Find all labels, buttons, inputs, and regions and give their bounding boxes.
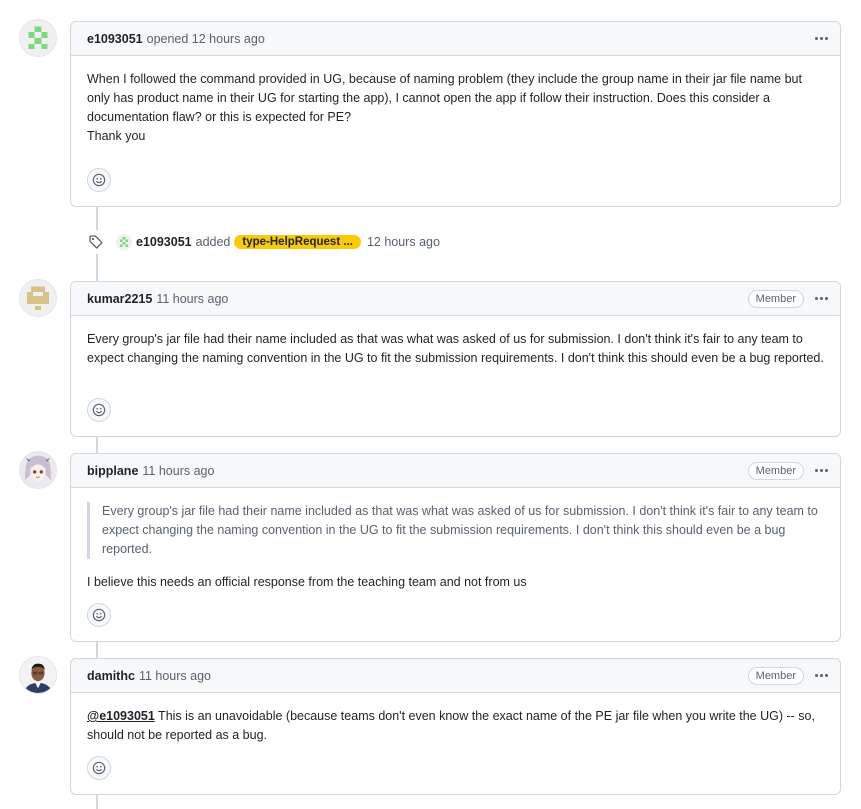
comment-body: When I followed the command provided in …: [71, 56, 840, 146]
event-author[interactable]: e1093051: [136, 235, 192, 249]
comment-text: When I followed the command provided in …: [87, 72, 802, 124]
comment-card-4: damithc 11 hours ago Member @e1093051 Th…: [70, 658, 841, 795]
kebab-icon[interactable]: [812, 291, 830, 307]
comment-text-rest: This is an unavoidable (because teams do…: [87, 709, 815, 742]
tag-icon: [84, 230, 108, 254]
smiley-icon[interactable]: [87, 756, 111, 780]
comment-header: damithc 11 hours ago Member: [71, 659, 840, 693]
comment-header: kumar2215 11 hours ago Member: [71, 282, 840, 316]
kebab-icon[interactable]: [812, 463, 830, 479]
comment-text: Every group's jar file had their name in…: [87, 332, 824, 365]
comment-card-3: bipplane 11 hours ago Member Every group…: [70, 453, 841, 642]
comment-card-1: e1093051 opened 12 hours ago When I foll…: [70, 21, 841, 207]
label-event: e1093051 added type-HelpRequest ... 12 h…: [84, 230, 440, 254]
comment-timestamp[interactable]: 11 hours ago: [156, 292, 228, 306]
comment-text: @e1093051 This is an unavoidable (becaus…: [87, 707, 824, 745]
comment-card-2: kumar2215 11 hours ago Member Every grou…: [70, 281, 841, 437]
comment-body: Every group's jar file had their name in…: [71, 316, 840, 368]
comment-timestamp[interactable]: 11 hours ago: [139, 669, 211, 683]
event-action: added: [195, 235, 231, 249]
kebab-icon[interactable]: [812, 31, 830, 47]
comment-body: @e1093051 This is an unavoidable (becaus…: [71, 693, 840, 745]
smiley-icon[interactable]: [87, 168, 111, 192]
event-timestamp[interactable]: 12 hours ago: [367, 235, 440, 249]
comment-author[interactable]: kumar2215: [87, 292, 152, 306]
comment-header: bipplane 11 hours ago Member: [71, 454, 840, 488]
comment-text: Thank you: [87, 129, 146, 143]
comment-body: Every group's jar file had their name in…: [71, 488, 840, 592]
comment-author[interactable]: e1093051: [87, 32, 143, 46]
member-badge: Member: [747, 289, 804, 308]
comment-author[interactable]: damithc: [87, 669, 135, 683]
event-avatar[interactable]: [116, 234, 132, 250]
member-badge: Member: [747, 461, 804, 480]
member-badge: Member: [747, 666, 804, 685]
comment-author[interactable]: bipplane: [87, 464, 138, 478]
avatar-bipplane[interactable]: [19, 451, 57, 489]
label-badge[interactable]: type-HelpRequest ...: [234, 235, 361, 249]
comment-timestamp[interactable]: opened 12 hours ago: [147, 32, 265, 46]
smiley-icon[interactable]: [87, 603, 111, 627]
avatar-damithc[interactable]: [19, 656, 57, 694]
avatar-e1093051[interactable]: [19, 19, 57, 57]
comment-timestamp[interactable]: 11 hours ago: [142, 464, 214, 478]
user-mention[interactable]: @e1093051: [87, 709, 155, 723]
kebab-icon[interactable]: [812, 668, 830, 684]
comment-header: e1093051 opened 12 hours ago: [71, 22, 840, 56]
smiley-icon[interactable]: [87, 398, 111, 422]
avatar-kumar2215[interactable]: [19, 279, 57, 317]
quoted-reply: Every group's jar file had their name in…: [87, 502, 824, 559]
comment-text: I believe this needs an official respons…: [87, 575, 527, 589]
